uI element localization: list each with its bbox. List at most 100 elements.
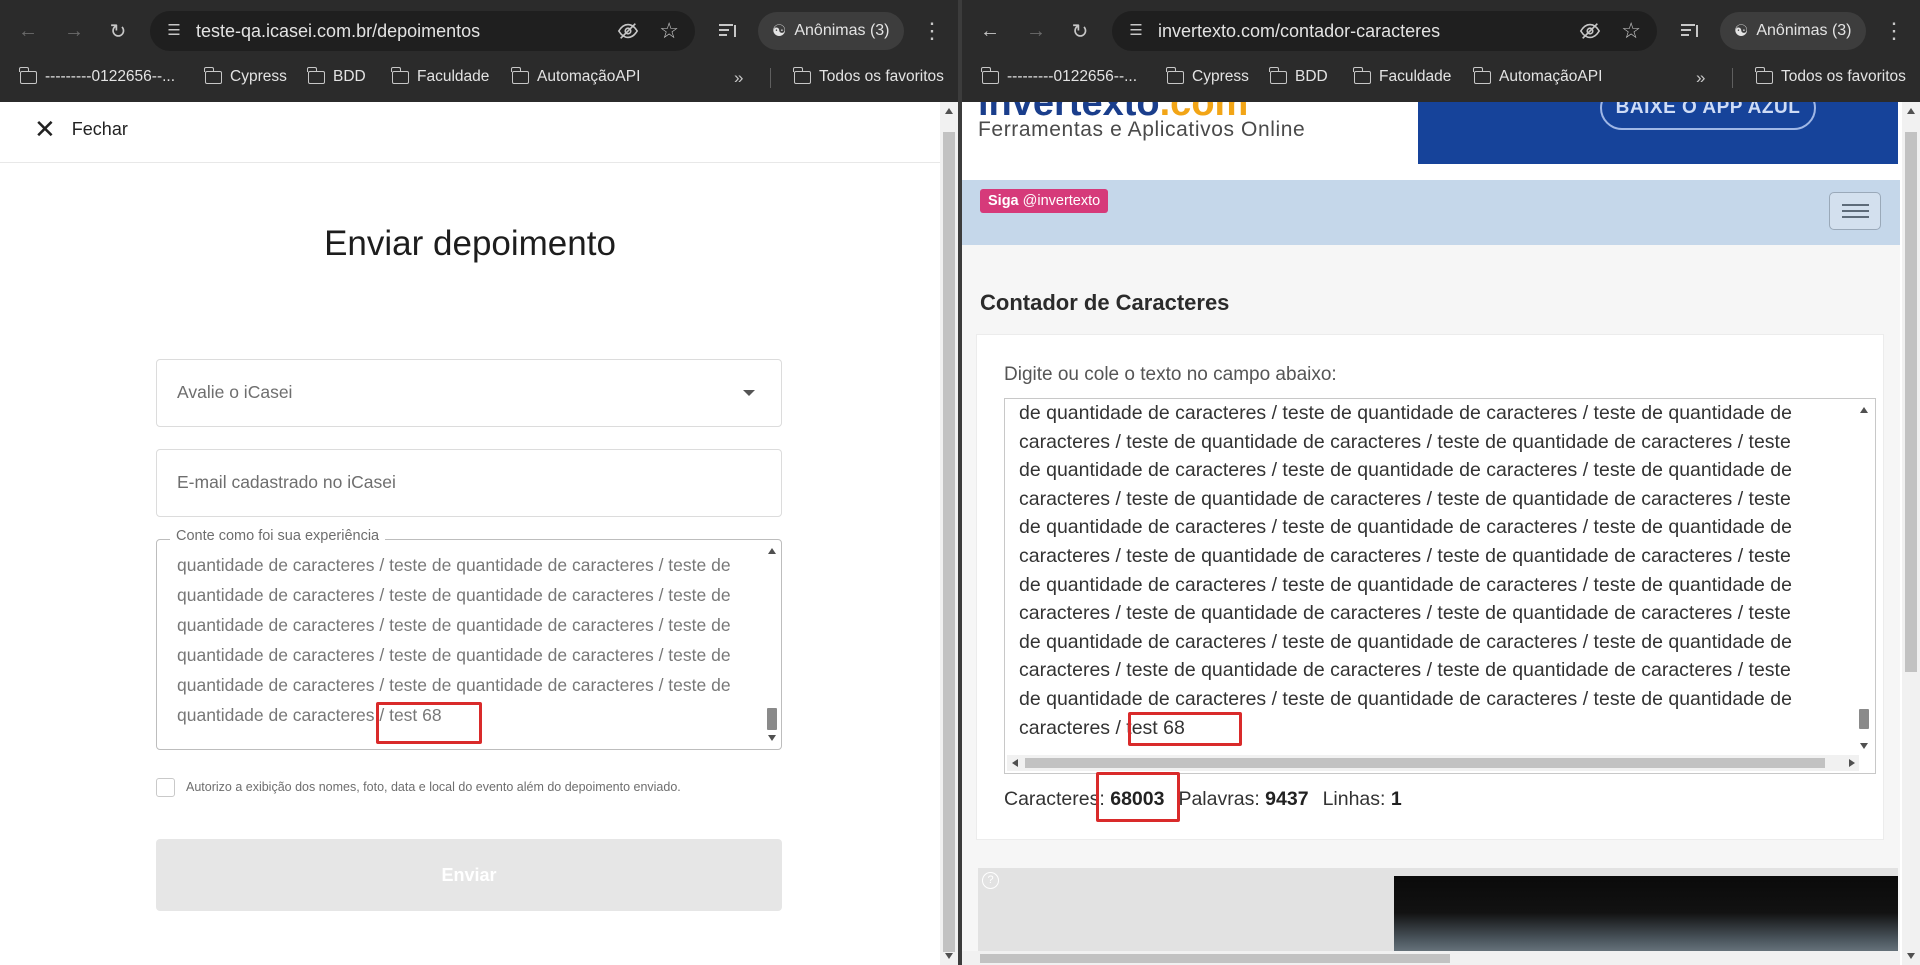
word-count: 9437 [1265,788,1309,810]
input-text[interactable]: de quantidade de caracteres / teste de q… [1019,399,1819,742]
scrollbar-thumb[interactable] [1025,758,1825,768]
folder-icon [981,66,999,84]
scroll-down-icon[interactable] [945,953,953,959]
browser-window-right: ← → ↻ ☰ invertexto.com/contador-caracter… [962,0,1920,965]
site-tagline: Ferramentas e Aplicativos Online [978,118,1306,141]
counter-stats: Caracteres: 68003 Palavras: 9437 Linhas: 1 [1004,788,1402,810]
bookmark-item[interactable]: Cypress [204,66,287,88]
email-placeholder: E-mail cadastrado no iCasei [177,472,396,492]
folder-icon [511,66,529,84]
page-scrollbar[interactable] [1902,102,1920,965]
site-navbar: Siga @invertexto [962,180,1900,245]
site-info-icon[interactable]: ☰ [1126,21,1146,41]
tab-search-icon[interactable] [1678,19,1702,43]
bookmarks-bar: ---------0122656--... Cypress BDD Faculd… [962,62,1920,92]
folder-icon [793,66,811,84]
address-bar[interactable]: ☰ invertexto.com/contador-caracteres ☆ [1112,11,1657,51]
address-bar[interactable]: ☰ teste-qa.icasei.com.br/depoimentos ☆ [150,11,695,51]
site-info-icon[interactable]: ☰ [164,21,184,41]
site-logo[interactable]: invertexto.com Ferramentas e Aplicativos… [962,102,1417,164]
bookmark-item[interactable]: Faculdade [1353,66,1451,88]
bookmark-item[interactable]: Faculdade [391,66,489,88]
scroll-up-icon[interactable] [1860,407,1868,413]
eye-off-icon[interactable] [1579,20,1601,42]
rating-select[interactable]: Avalie o iCasei [156,359,782,427]
back-button[interactable]: ← [12,15,44,47]
scroll-up-icon[interactable] [945,108,953,114]
email-field[interactable]: E-mail cadastrado no iCasei [156,449,782,517]
bookmark-item[interactable]: BDD [1269,66,1328,88]
bookmark-item[interactable]: AutomaçãoAPI [1473,66,1602,88]
more-bookmarks-icon[interactable]: » [1696,68,1705,88]
scrollbar-thumb[interactable] [943,132,955,952]
incognito-badge[interactable]: ☯ Anônimas (3) [758,12,904,50]
textarea-scrollbar[interactable] [765,542,779,747]
scroll-left-icon[interactable] [1012,759,1018,767]
folder-icon [391,66,409,84]
experience-label: Conte como foi sua experiência [170,528,386,544]
close-icon: ✕ [34,114,56,144]
eye-off-icon[interactable] [617,20,639,42]
browser-toolbar: ← → ↻ ☰ invertexto.com/contador-caracter… [962,0,1920,62]
app-banner[interactable]: BAIXE O APP AZUL [1418,102,1898,164]
folder-icon [1473,66,1491,84]
forward-button[interactable]: → [58,15,90,47]
tool-title: Contador de Caracteres [980,290,1230,315]
page-scrollbar[interactable] [940,102,958,965]
star-icon[interactable]: ☆ [659,18,679,44]
scrollbar-thumb[interactable] [980,954,1450,963]
bookmark-item[interactable]: BDD [307,66,366,88]
ad-help-icon[interactable]: ? [982,872,999,889]
browser-menu-icon[interactable]: ⋮ [920,16,944,46]
back-button[interactable]: ← [974,15,1006,47]
reload-button[interactable]: ↻ [102,15,134,47]
all-bookmarks[interactable]: Todos os favoritos [1755,66,1906,88]
follow-badge[interactable]: Siga @invertexto [980,189,1109,213]
highlight-box [1128,712,1242,746]
scrollbar-thumb[interactable] [1905,132,1917,672]
browser-chrome: ← → ↻ ☰ teste-qa.icasei.com.br/depoiment… [0,0,958,102]
folder-icon [1353,66,1371,84]
browser-menu-icon[interactable]: ⋮ [1882,16,1906,46]
url-text[interactable]: teste-qa.icasei.com.br/depoimentos [196,21,480,42]
scroll-up-icon[interactable] [1907,108,1915,114]
consent-label: Autorizo a exibição dos nomes, foto, dat… [186,780,681,794]
page-title: Enviar depoimento [324,224,616,263]
bookmark-item[interactable]: ---------0122656--... [981,66,1137,88]
bookmark-item[interactable]: ---------0122656--... [19,66,175,88]
highlight-box [1096,772,1180,822]
input-label: Digite ou cole o texto no campo abaixo: [1004,364,1337,385]
url-text[interactable]: invertexto.com/contador-caracteres [1158,21,1440,42]
folder-icon [204,66,222,84]
scroll-down-icon[interactable] [768,735,776,741]
page-content: ✕ Fechar Enviar depoimento Avalie o iCas… [0,102,958,965]
scroll-down-icon[interactable] [1907,953,1915,959]
tab-search-icon[interactable] [716,19,740,43]
consent-checkbox[interactable] [156,778,175,797]
scrollbar-thumb[interactable] [767,708,777,730]
scroll-down-icon[interactable] [1860,743,1868,749]
page-horizontal-scrollbar[interactable] [962,951,1900,965]
download-app-button[interactable]: BAIXE O APP AZUL [1600,102,1816,130]
more-bookmarks-icon[interactable]: » [734,68,743,88]
scrollbar-thumb[interactable] [1859,709,1869,729]
scroll-right-icon[interactable] [1849,759,1855,767]
star-icon[interactable]: ☆ [1621,18,1641,44]
forward-button[interactable]: → [1020,15,1052,47]
all-bookmarks[interactable]: Todos os favoritos [793,66,944,88]
folder-icon [1166,66,1184,84]
bookmark-item[interactable]: Cypress [1166,66,1249,88]
textarea-scrollbar[interactable] [1857,401,1873,755]
bookmarks-bar: ---------0122656--... Cypress BDD Faculd… [0,62,958,92]
reload-button[interactable]: ↻ [1064,15,1096,47]
close-button[interactable]: ✕ Fechar [34,116,128,142]
incognito-icon: ☯ [772,23,787,40]
bookmarks-separator [1732,68,1733,88]
bookmark-item[interactable]: AutomaçãoAPI [511,66,640,88]
header-divider [0,162,940,163]
hamburger-menu-icon[interactable] [1829,192,1881,230]
textarea-horizontal-scrollbar[interactable] [1007,755,1859,771]
incognito-badge[interactable]: ☯ Anônimas (3) [1720,12,1866,50]
scroll-up-icon[interactable] [768,548,776,554]
submit-button[interactable]: Enviar [156,839,782,911]
